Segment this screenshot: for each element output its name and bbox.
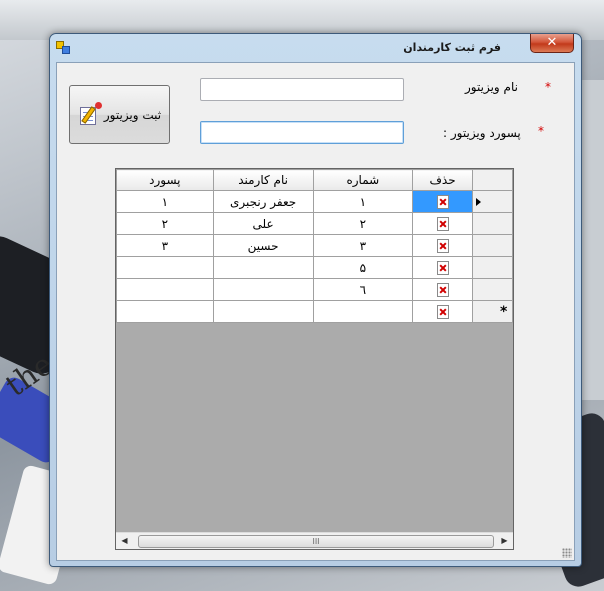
column-header-password[interactable]: پسورد [116, 169, 214, 191]
password-input[interactable] [200, 121, 404, 144]
cell-number[interactable] [312, 300, 414, 323]
scroll-right-icon[interactable]: ▶ [496, 533, 513, 549]
title-bar[interactable]: فرم ثبت کارمندان ✕ [50, 34, 581, 62]
column-header-name[interactable]: نام کارمند [212, 169, 314, 191]
delete-icon[interactable] [436, 238, 449, 253]
row-header[interactable] [471, 212, 514, 235]
cell-password[interactable]: ۳ [116, 234, 214, 257]
new-row[interactable]: * [116, 300, 514, 323]
new-row-marker: * [499, 303, 508, 320]
window-title: فرم ثبت کارمندان [403, 41, 501, 54]
required-star: * [538, 124, 544, 138]
cell-password[interactable] [116, 300, 214, 323]
delete-icon[interactable] [436, 260, 449, 275]
submit-label: ثبت ویزیتور [103, 107, 162, 122]
row-header-new[interactable]: * [471, 300, 514, 323]
table-row[interactable]: ٦ [116, 278, 514, 301]
cell-password[interactable] [116, 256, 214, 279]
scroll-thumb[interactable]: III [138, 535, 494, 548]
submit-visitor-button[interactable]: ثبت ویزیتور [69, 85, 170, 144]
cell-name[interactable]: حسین [212, 234, 314, 257]
password-label: پسورد ویزیتور : [443, 126, 521, 140]
cell-name[interactable] [212, 278, 314, 301]
cell-name[interactable] [212, 300, 314, 323]
cell-name[interactable] [212, 256, 314, 279]
cell-password[interactable]: ۲ [116, 212, 214, 235]
grid-header-row: پسورد نام کارمند شماره حذف [116, 169, 514, 191]
edit-notepad-icon [78, 101, 102, 126]
cell-number[interactable]: ۱ [312, 190, 414, 213]
cell-delete[interactable] [412, 256, 473, 279]
row-header[interactable] [471, 256, 514, 279]
table-row[interactable]: ۲ علی ۲ [116, 212, 514, 235]
delete-icon[interactable] [436, 282, 449, 297]
cell-delete[interactable] [412, 234, 473, 257]
table-row[interactable]: ۳ حسین ۳ [116, 234, 514, 257]
delete-icon[interactable] [436, 194, 449, 209]
cell-delete[interactable] [412, 278, 473, 301]
grid-corner-header[interactable] [471, 169, 514, 191]
row-header[interactable] [471, 278, 514, 301]
table-row[interactable]: ۵ [116, 256, 514, 279]
cell-number[interactable]: ٦ [312, 278, 414, 301]
cell-password[interactable]: ۱ [116, 190, 214, 213]
cell-number[interactable]: ۳ [312, 234, 414, 257]
delete-icon[interactable] [436, 216, 449, 231]
required-star: * [545, 80, 551, 94]
close-button[interactable]: ✕ [530, 34, 574, 53]
horizontal-scrollbar[interactable]: ◀ III ▶ [116, 532, 513, 549]
employees-table: پسورد نام کارمند شماره حذف ۱ جعفر رنجبری… [116, 169, 514, 323]
cell-number[interactable]: ۵ [312, 256, 414, 279]
employee-form-window: فرم ثبت کارمندان ✕ * نام ویزیتور * پسورد… [49, 33, 582, 567]
row-header[interactable] [471, 234, 514, 257]
table-row[interactable]: ۱ جعفر رنجبری ۱ [116, 190, 514, 213]
cell-delete[interactable] [412, 300, 473, 323]
cell-name[interactable]: علی [212, 212, 314, 235]
row-header-current[interactable] [471, 190, 514, 213]
app-icon [56, 41, 71, 55]
username-label: نام ویزیتور [465, 80, 518, 94]
cell-password[interactable] [116, 278, 214, 301]
cell-number[interactable]: ۲ [312, 212, 414, 235]
form-client-area: * نام ویزیتور * پسورد ویزیتور : ثبت ویزی… [56, 62, 575, 561]
username-input[interactable] [200, 78, 404, 101]
current-row-arrow-icon [475, 197, 481, 206]
cell-delete[interactable] [412, 190, 473, 213]
cell-name[interactable]: جعفر رنجبری [212, 190, 314, 213]
delete-icon[interactable] [436, 304, 449, 319]
scroll-left-icon[interactable]: ◀ [116, 533, 133, 549]
resize-grip-icon[interactable] [562, 548, 572, 558]
cell-delete[interactable] [412, 212, 473, 235]
column-header-number[interactable]: شماره [312, 169, 414, 191]
column-header-delete[interactable]: حذف [412, 169, 473, 191]
employees-grid[interactable]: پسورد نام کارمند شماره حذف ۱ جعفر رنجبری… [115, 168, 514, 550]
